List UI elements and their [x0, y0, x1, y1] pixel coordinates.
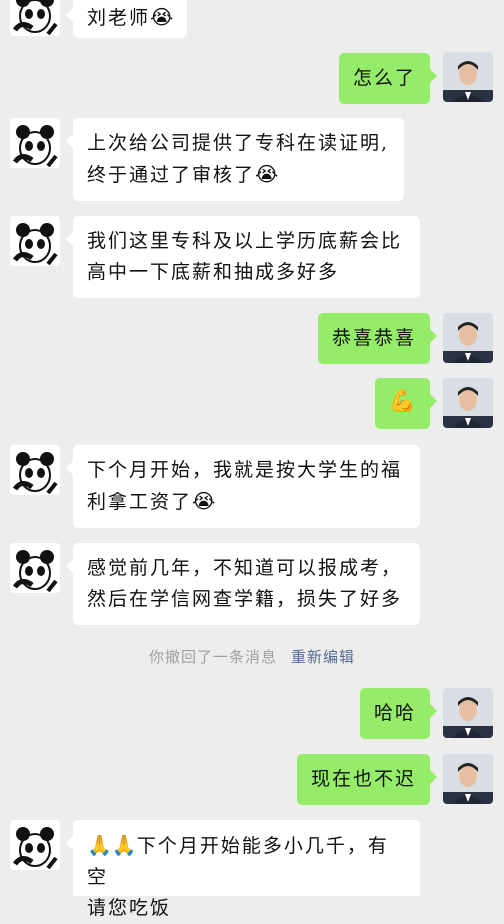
contact-avatar[interactable] — [10, 543, 60, 593]
message-text: 请您吃饭 — [87, 897, 172, 919]
message-bubble-outgoing[interactable]: 哈哈 — [359, 688, 438, 739]
message-text: 然后在学信网查学籍，损失了好多 — [87, 588, 403, 610]
chat-area: 刘老师😭 怎么了 上次给公司提供了专科在读证明, 终于通过了审核了😭 我们这里专… — [0, 0, 504, 919]
message-bubble-outgoing[interactable]: 💪 — [374, 378, 438, 429]
self-avatar[interactable] — [443, 52, 493, 102]
contact-avatar[interactable] — [10, 0, 60, 36]
message-text: 利拿工资了 — [87, 491, 193, 513]
message-text: 恭喜恭喜 — [331, 327, 416, 349]
message-text: 高中一下底薪和抽成多好多 — [87, 261, 340, 283]
self-avatar[interactable] — [443, 688, 493, 738]
contact-avatar[interactable] — [10, 820, 60, 870]
message-text: 感觉前几年，不知道可以报成考， — [87, 557, 403, 579]
self-avatar[interactable] — [443, 754, 493, 804]
message-bubble-outgoing[interactable]: 现在也不迟 — [296, 754, 438, 805]
recall-text: 你撤回了一条消息 — [148, 648, 277, 666]
recall-notice: 你撤回了一条消息 重新编辑 — [0, 646, 504, 667]
contact-avatar[interactable] — [10, 216, 60, 266]
message-bubble[interactable]: 感觉前几年，不知道可以报成考， 然后在学信网查学籍，损失了好多 — [66, 543, 420, 625]
contact-avatar[interactable] — [10, 445, 60, 495]
message-text: 上次给公司提供了专科在读证明, — [87, 132, 390, 154]
message-bubble-outgoing[interactable]: 恭喜恭喜 — [317, 313, 438, 364]
message-text: 下个月开始，我就是按大学生的福 — [87, 459, 403, 481]
message-bubble[interactable]: 我们这里专科及以上学历底薪会比 高中一下底薪和抽成多好多 — [66, 216, 420, 298]
crying-emoji-icon: 😭 — [255, 162, 279, 186]
crying-emoji-icon: 😭 — [150, 5, 174, 29]
message-bubble[interactable]: 下个月开始，我就是按大学生的福 利拿工资了😭 — [66, 445, 420, 528]
re-edit-link[interactable]: 重新编辑 — [291, 648, 355, 666]
message-bubble[interactable]: 🙏🙏下个月开始能多小几千，有空 请您吃饭 — [66, 820, 420, 919]
message-bubble[interactable]: 刘老师😭 — [65, 0, 188, 38]
contact-avatar[interactable] — [10, 118, 60, 168]
self-avatar[interactable] — [443, 313, 493, 363]
folded-hands-emoji-icon: 🙏🙏 — [87, 833, 137, 857]
message-text: 我们这里专科及以上学历底薪会比 — [87, 230, 403, 252]
message-text: 刘老师 — [87, 7, 151, 29]
crying-emoji-icon: 😭 — [192, 489, 216, 513]
self-avatar[interactable] — [443, 378, 493, 428]
message-text: 现在也不迟 — [310, 768, 416, 790]
message-bubble-outgoing[interactable]: 怎么了 — [338, 53, 438, 104]
flexed-biceps-emoji-icon: 💪 — [388, 389, 416, 414]
message-text: 怎么了 — [352, 67, 416, 89]
message-text: 终于通过了审核了 — [87, 164, 256, 186]
message-bubble[interactable]: 上次给公司提供了专科在读证明, 终于通过了审核了😭 — [66, 118, 404, 201]
message-text: 哈哈 — [373, 702, 416, 724]
